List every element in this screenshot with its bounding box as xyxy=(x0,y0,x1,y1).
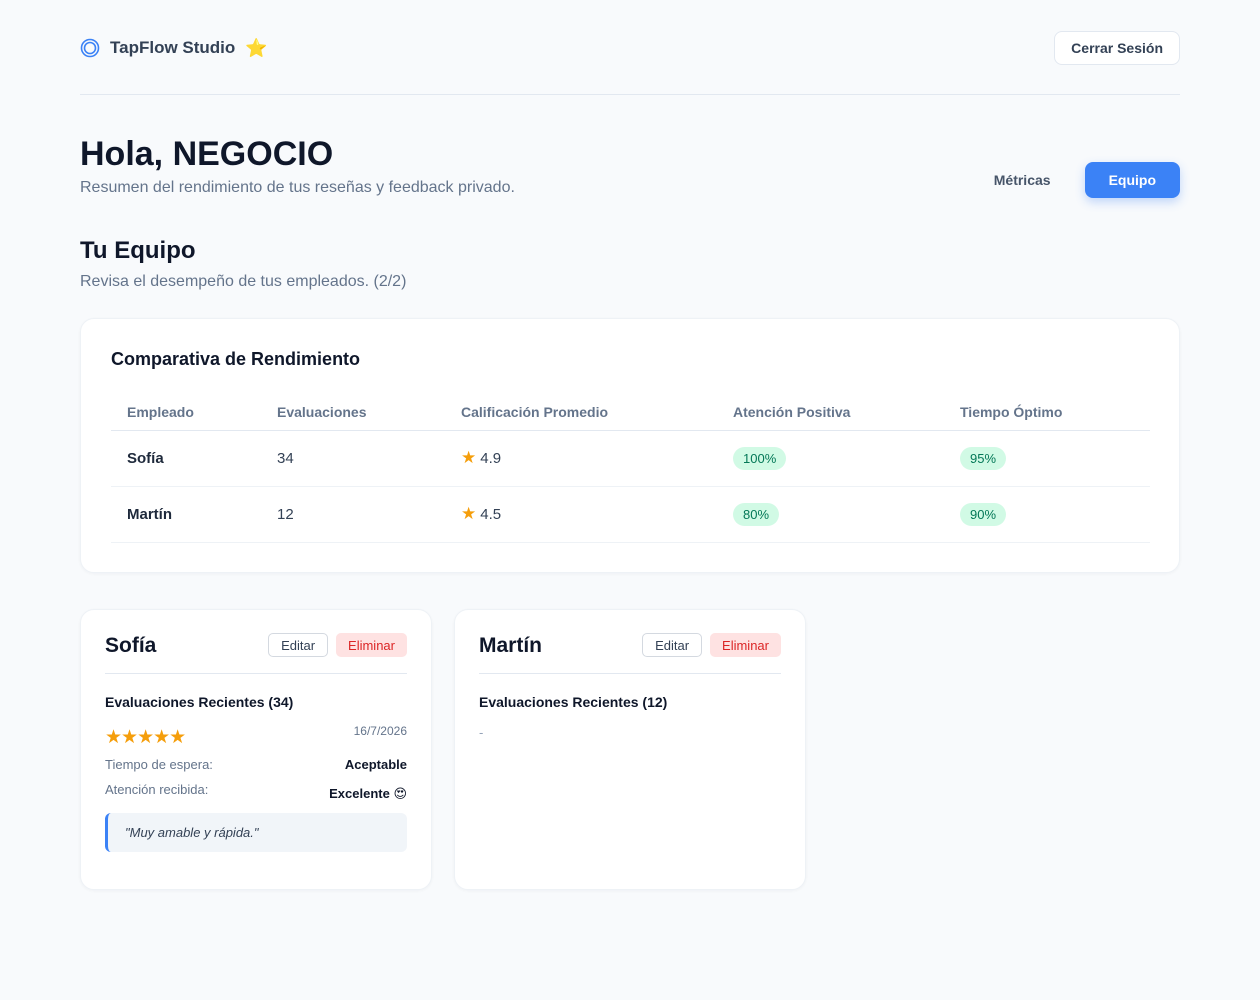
column-header-optimal: Tiempo Óptimo xyxy=(944,394,1150,431)
delete-employee-button[interactable]: Eliminar xyxy=(710,633,781,657)
employee-card-header: Sofía Editar Eliminar xyxy=(105,630,407,674)
comparison-table: Empleado Evaluaciones Calificación Prome… xyxy=(111,394,1150,543)
positive-badge: 100% xyxy=(733,446,787,470)
employee-name-cell: Sofía xyxy=(111,430,261,487)
edit-employee-button[interactable]: Editar xyxy=(268,633,329,657)
brand-name: TapFlow Studio xyxy=(110,38,236,57)
page-title: Hola, NEGOCIO xyxy=(80,135,334,173)
rating-value: 4.5 xyxy=(480,506,502,523)
table-header-row: Empleado Evaluaciones Calificación Prome… xyxy=(111,394,1150,431)
tab-equipo[interactable]: Equipo xyxy=(1084,162,1180,198)
positive-cell: 80% xyxy=(717,486,944,543)
greeting-section: Hola, NEGOCIO Resumen del rendimiento de… xyxy=(80,95,1180,223)
optimal-cell: 90% xyxy=(944,486,1150,543)
employee-name-cell: Martín xyxy=(111,486,261,543)
wait-value: Aceptable xyxy=(344,757,407,772)
review-comment: "Muy amable y rápida." xyxy=(105,813,407,852)
evaluations-cell: 12 xyxy=(261,486,445,543)
employee-actions: Editar Eliminar xyxy=(268,633,407,657)
table-row: Martín 12 ★ 4.5 80% 90% xyxy=(111,486,1150,543)
brand: TapFlow Studio ⭐ xyxy=(80,38,268,59)
team-subtitle: Revisa el desempeño de tus empleados. (2… xyxy=(80,273,407,290)
positive-badge: 80% xyxy=(733,502,780,526)
employee-card-sofia: Sofía Editar Eliminar Evaluaciones Recie… xyxy=(80,609,432,890)
team-title: Tu Equipo xyxy=(80,237,196,264)
star-icon: ★ xyxy=(461,504,477,523)
positive-cell: 100% xyxy=(717,430,944,487)
employee-card-header: Martín Editar Eliminar xyxy=(479,630,781,674)
employee-card-martin: Martín Editar Eliminar Evaluaciones Reci… xyxy=(454,609,806,890)
delete-employee-button[interactable]: Eliminar xyxy=(336,633,407,657)
logout-button[interactable]: Cerrar Sesión xyxy=(1054,31,1180,65)
brand-star-icon: ⭐ xyxy=(245,37,268,58)
rating-cell: ★ 4.5 xyxy=(445,486,717,543)
view-tabs: Métricas Equipo xyxy=(970,162,1180,198)
optimal-cell: 95% xyxy=(944,430,1150,487)
evaluations-cell: 34 xyxy=(261,430,445,487)
star-icon: ★ xyxy=(461,448,477,467)
review-attention-row: Atención recibida: Excelente 😍 xyxy=(105,782,407,802)
employee-name: Sofía xyxy=(105,634,157,657)
review-stars-icon: ★★★★★ xyxy=(105,727,186,748)
edit-employee-button[interactable]: Editar xyxy=(642,633,703,657)
attention-value: Excelente 😍 xyxy=(329,786,407,801)
comparison-card: Comparativa de Rendimiento Empleado Eval… xyxy=(80,318,1180,573)
page-subtitle: Resumen del rendimiento de tus reseñas y… xyxy=(80,179,515,196)
wait-label: Tiempo de espera: xyxy=(105,757,213,772)
table-row: Sofía 34 ★ 4.9 100% 95% xyxy=(111,430,1150,487)
column-header-positive: Atención Positiva xyxy=(717,394,944,431)
empty-reviews-text: - xyxy=(479,725,484,740)
optimal-badge: 95% xyxy=(960,446,1007,470)
employee-name: Martín xyxy=(479,634,542,657)
review-wait-row: Tiempo de espera: Aceptable xyxy=(105,757,407,772)
recent-reviews-title: Evaluaciones Recientes (12) xyxy=(479,694,668,710)
top-bar: TapFlow Studio ⭐ Cerrar Sesión xyxy=(80,0,1180,95)
tab-metricas[interactable]: Métricas xyxy=(970,162,1075,198)
brand-logo-icon xyxy=(80,38,100,58)
column-header-evaluations: Evaluaciones xyxy=(261,394,445,431)
optimal-badge: 90% xyxy=(960,502,1007,526)
column-header-employee: Empleado xyxy=(111,394,261,431)
rating-value: 4.9 xyxy=(480,450,502,467)
attention-label: Atención recibida: xyxy=(105,782,209,797)
app-container: TapFlow Studio ⭐ Cerrar Sesión Hola, NEG… xyxy=(80,0,1180,890)
review-date: 16/7/2026 xyxy=(353,724,407,738)
employee-actions: Editar Eliminar xyxy=(642,633,781,657)
rating-cell: ★ 4.9 xyxy=(445,430,717,487)
recent-reviews-title: Evaluaciones Recientes (34) xyxy=(105,694,294,710)
comparison-title: Comparativa de Rendimiento xyxy=(111,349,361,369)
column-header-rating: Calificación Promedio xyxy=(445,394,717,431)
